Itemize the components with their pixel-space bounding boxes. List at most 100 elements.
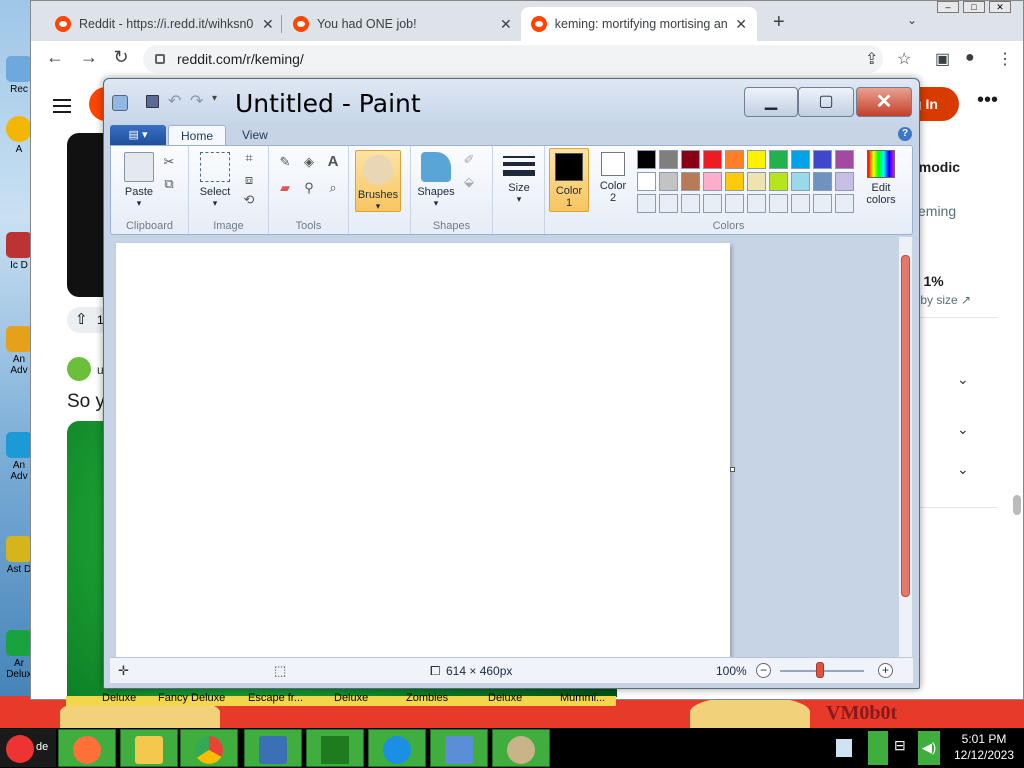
forward-arrow-icon[interactable]: → xyxy=(77,47,101,68)
close-tab-icon[interactable]: ✕ xyxy=(735,16,747,33)
tray-flag-icon[interactable] xyxy=(868,731,888,765)
pencil-icon[interactable]: ✎ xyxy=(277,154,293,170)
color-swatch[interactable] xyxy=(637,172,656,191)
color-swatch[interactable] xyxy=(813,194,832,213)
select-button[interactable]: Select ▾ xyxy=(195,152,235,209)
taskbar-control-panel[interactable] xyxy=(430,729,488,767)
rotate-icon[interactable]: ⟲ xyxy=(241,192,257,208)
resize-handle-right[interactable] xyxy=(730,467,735,472)
close-icon[interactable]: ✕ xyxy=(989,1,1011,13)
resize-icon[interactable]: ⧈ xyxy=(241,172,257,188)
tab-view[interactable]: View xyxy=(230,125,280,146)
color-swatch[interactable] xyxy=(703,194,722,213)
zoom-in-icon[interactable]: + xyxy=(878,663,893,678)
back-arrow-icon[interactable]: ← xyxy=(43,47,67,68)
chevron-down-icon[interactable]: ⌄ xyxy=(957,421,969,438)
color-swatch[interactable] xyxy=(681,150,700,169)
shape-fill-icon[interactable]: ⬙ xyxy=(461,174,477,190)
color-swatch[interactable] xyxy=(769,194,788,213)
shapes-button[interactable]: Shapes ▾ xyxy=(415,152,457,209)
tab-search-button[interactable]: ⌄ xyxy=(907,13,917,27)
color-swatch[interactable] xyxy=(659,172,678,191)
post-title[interactable]: So y xyxy=(67,391,105,413)
taskbar-download[interactable] xyxy=(368,729,426,767)
color-swatch[interactable] xyxy=(703,172,722,191)
color-swatch[interactable] xyxy=(747,150,766,169)
close-tab-icon[interactable]: ✕ xyxy=(500,16,512,33)
tab-reddit-image[interactable]: Reddit - https://i.redd.it/wihksn0 ✕ xyxy=(45,7,284,41)
maximize-button[interactable]: ▢ xyxy=(798,87,854,117)
help-icon[interactable]: ? xyxy=(898,127,912,141)
close-tab-icon[interactable]: ✕ xyxy=(262,16,274,33)
color-swatch[interactable] xyxy=(813,150,832,169)
color-swatch[interactable] xyxy=(747,172,766,191)
color-swatch[interactable] xyxy=(769,150,788,169)
taskbar-explorer[interactable] xyxy=(120,729,178,767)
outline-icon[interactable]: ✐ xyxy=(461,152,477,168)
fill-icon[interactable]: ◈ xyxy=(301,154,317,170)
taskbar-chrome[interactable] xyxy=(180,729,238,767)
taskbar-clock[interactable]: 5:01 PM 12/12/2023 xyxy=(944,731,1024,763)
volume-icon[interactable]: ◀) xyxy=(918,731,940,765)
more-options-icon[interactable]: ••• xyxy=(977,89,998,112)
color-swatch[interactable] xyxy=(725,172,744,191)
color1-button[interactable]: Color 1 xyxy=(549,148,589,212)
maximize-icon[interactable]: □ xyxy=(963,1,985,13)
color-swatch[interactable] xyxy=(725,150,744,169)
crop-icon[interactable]: ⌗ xyxy=(241,150,257,166)
reload-icon[interactable]: ↻ xyxy=(109,47,133,68)
color-swatch[interactable] xyxy=(681,194,700,213)
color-swatch[interactable] xyxy=(637,194,656,213)
bookmark-star-icon[interactable]: ☆ xyxy=(897,49,911,69)
color-swatch[interactable] xyxy=(791,194,810,213)
taskbar-firefox[interactable] xyxy=(58,729,116,767)
color-swatch[interactable] xyxy=(813,172,832,191)
cut-icon[interactable]: ✂ xyxy=(161,154,177,170)
size-button[interactable]: Size ▾ xyxy=(501,154,537,205)
tab-you-had-one-job[interactable]: You had ONE job! ✕ xyxy=(283,7,522,41)
new-tab-button[interactable]: + xyxy=(773,11,785,34)
page-scrollbar[interactable] xyxy=(1013,495,1021,515)
color-swatch[interactable] xyxy=(681,172,700,191)
redo-icon[interactable]: ↷ xyxy=(190,91,203,111)
magnifier-icon[interactable]: ⌕ xyxy=(325,180,341,196)
taskbar-computer[interactable] xyxy=(244,729,302,767)
drawing-canvas[interactable] xyxy=(116,243,730,657)
text-icon[interactable]: A xyxy=(325,154,341,170)
paint-app-icon[interactable] xyxy=(112,95,128,111)
chevron-down-icon[interactable]: ⌄ xyxy=(957,371,969,388)
color-swatch[interactable] xyxy=(659,194,678,213)
vertical-scrollbar[interactable] xyxy=(898,237,912,657)
zoom-slider-thumb[interactable] xyxy=(816,662,824,678)
color-picker-icon[interactable]: ⚲ xyxy=(301,180,317,196)
undo-icon[interactable]: ↶ xyxy=(168,91,181,111)
chevron-down-icon[interactable]: ⌄ xyxy=(957,461,969,478)
color-swatch[interactable] xyxy=(835,150,854,169)
avatar[interactable] xyxy=(67,357,91,381)
color-swatch[interactable] xyxy=(637,150,656,169)
color-swatch[interactable] xyxy=(791,172,810,191)
color-swatch[interactable] xyxy=(659,150,678,169)
start-button[interactable]: de xyxy=(0,729,56,767)
color-swatch[interactable] xyxy=(747,194,766,213)
color-swatch[interactable] xyxy=(835,194,854,213)
file-menu-button[interactable]: ▤ ▾ xyxy=(110,125,166,145)
zoom-out-icon[interactable]: − xyxy=(756,663,771,678)
customize-toolbar-icon[interactable]: ▾ xyxy=(212,93,217,104)
network-icon[interactable]: ⊟ xyxy=(894,737,914,757)
color-swatch[interactable] xyxy=(769,172,788,191)
rank-link[interactable]: k by size ↗ xyxy=(911,293,971,307)
eraser-icon[interactable]: ▰ xyxy=(277,180,293,196)
paint-title-bar[interactable]: ↶ ↷ ▾ Untitled - Paint ▁ ▢ ✕ xyxy=(104,79,919,123)
color-swatch[interactable] xyxy=(703,150,722,169)
save-icon[interactable] xyxy=(146,95,159,108)
edit-colors-button[interactable]: Edit colors xyxy=(855,150,907,206)
color2-button[interactable]: Color 2 xyxy=(593,152,633,204)
show-hidden-icons-icon[interactable] xyxy=(836,739,852,757)
share-icon[interactable]: ⇪ xyxy=(865,49,878,69)
hamburger-menu-icon[interactable] xyxy=(53,95,71,117)
profile-icon[interactable]: ● xyxy=(965,49,975,67)
color-swatch[interactable] xyxy=(791,150,810,169)
minimize-icon[interactable]: – xyxy=(937,1,959,13)
brushes-button[interactable]: Brushes ▾ xyxy=(355,150,401,212)
